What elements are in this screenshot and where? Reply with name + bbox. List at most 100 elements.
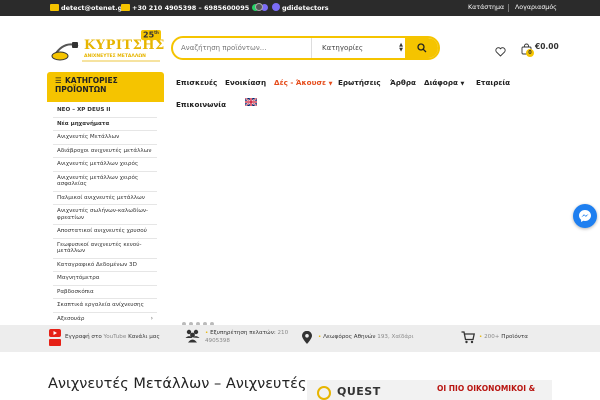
youtube-brand: YouTube: [103, 334, 127, 340]
category-item-label: Σκαπτικά εργαλεία ανίχνευσης: [57, 302, 144, 308]
select-arrows-icon: ▲ ▼: [399, 42, 403, 53]
category-item-label: Αποστατικοί ανιχνευτές χρυσού: [57, 228, 147, 234]
topbar-social[interactable]: gdidetectors: [272, 3, 329, 13]
feature-address[interactable]: • Λεωφόρος Αθηνών 193, Χαϊδάρι: [301, 325, 414, 352]
nav-item-articles[interactable]: Άρθρα: [390, 78, 416, 87]
cart-icon: [461, 331, 475, 344]
category-item[interactable]: Σκαπτικά εργαλεία ανίχνευσης: [53, 299, 157, 313]
chevron-right-icon: ›: [150, 314, 153, 322]
category-item-label: Καταγραφικό Δεδομένων 3D: [57, 261, 137, 268]
feature-address-text: • Λεωφόρος Αθηνών 193, Χαϊδάρι: [318, 333, 414, 341]
category-item-label: Ανιχνευτές σωλήνων-καλωδίων-φρεατίων: [57, 208, 149, 221]
cart-count-badge: 0: [526, 49, 534, 57]
search-icon: [417, 43, 427, 53]
category-item[interactable]: Ανιχνευτές μετάλλων χειρός: [53, 158, 157, 172]
category-item-label: Ανιχνευτές μετάλλων χειρός ασφαλείας: [57, 174, 139, 188]
category-item-label: Ανιχνευτές Μετάλλων: [57, 134, 120, 140]
heart-icon: [495, 47, 506, 57]
viber-circle-icon: [255, 3, 263, 11]
anniversary-suffix: th: [154, 30, 159, 35]
products-count: 200+: [484, 334, 500, 340]
nav-item-rental[interactable]: Ενοικίαση: [225, 78, 266, 87]
category-item-label: Αξεσουάρ: [57, 315, 85, 322]
topbar-phones[interactable]: +30 210 4905398 – 6985600095: [121, 3, 270, 13]
category-item-label: Μαγνητόμετρα: [57, 275, 100, 281]
search-button[interactable]: [405, 38, 438, 58]
nav-item-questions[interactable]: Ερωτήσεις: [338, 78, 381, 87]
category-item[interactable]: Ραβδοσκόπια: [53, 286, 157, 299]
category-item[interactable]: Ανιχνευτές σωλήνων-καλωδίων-φρεατίων: [53, 205, 157, 225]
top-bar: detect@otenet.gr +30 210 4905398 – 69856…: [0, 0, 600, 16]
address-label: Λεωφόρος Αθηνών: [323, 334, 376, 340]
banner-text: ΟΙ ΠΙΟ ΟΙΚΟΝΟΜΙΚΟΙ &: [437, 384, 536, 393]
topbar-email[interactable]: detect@otenet.gr: [50, 3, 126, 13]
category-item[interactable]: Παλμικοί ανιχνευτές μετάλλων: [53, 192, 157, 205]
category-list: ΝΕΟ – XP DEUS II Νέα μηχανήματα Ανιχνευτ…: [53, 104, 157, 326]
nav-item-label: Δές - Άκουσε: [274, 78, 327, 87]
location-pin-icon: [302, 331, 312, 344]
category-item[interactable]: Νέα μηχανήματα: [53, 118, 157, 131]
feature-products-text: • 200+ Προϊόντα: [479, 333, 528, 341]
messenger-icon: [579, 210, 591, 222]
category-item[interactable]: Ανιχνευτές Μετάλλων: [53, 131, 157, 145]
search-input[interactable]: [181, 41, 321, 55]
bullet: •: [479, 334, 483, 340]
category-item-label: ΝΕΟ – XP DEUS II: [57, 107, 111, 113]
nav-item-misc[interactable]: Διάφορα ▼: [424, 78, 464, 87]
phone-icon: [121, 3, 130, 11]
wishlist-button[interactable]: [495, 42, 506, 61]
feature-youtube[interactable]: Εγγραφή στο YouTube Κανάλι μας: [48, 325, 168, 352]
uk-flag-icon[interactable]: [245, 98, 257, 106]
category-item[interactable]: Αδιάβροχοι ανιχνευτές μετάλλων: [53, 145, 157, 158]
products-label: Προϊόντα: [501, 334, 528, 340]
feature-support[interactable]: • Εξυπηρέτηση πελατών: 210 4905398: [185, 325, 295, 352]
search-bar: Κατηγορίες ▲▼: [171, 36, 440, 60]
categories-header-label: ΚΑΤΗΓΟΡΙΕΣ ΠΡΟΪΟΝΤΩΝ: [55, 76, 118, 94]
category-item[interactable]: Μαγνητόμετρα: [53, 272, 157, 286]
social-icon: [272, 3, 280, 11]
category-item-label: Ραβδοσκόπια: [57, 288, 94, 295]
chevron-down-icon: ▼: [460, 81, 465, 87]
feature-products[interactable]: • 200+ Προϊόντα: [461, 325, 551, 352]
topbar-social-text: gdidetectors: [282, 4, 329, 12]
promo-banner[interactable]: QUEST ΟΙ ΠΙΟ ΟΙΚΟΝΟΜΙΚΟΙ &: [307, 380, 552, 400]
users-icon: [185, 329, 200, 343]
account-link[interactable]: Λογαριασμός: [515, 3, 557, 13]
category-item[interactable]: Αποστατικοί ανιχνευτές χρυσού: [53, 225, 157, 239]
anniversary-number: 25: [143, 30, 155, 40]
support-phone: 210: [277, 330, 289, 336]
hero-slider[interactable]: [170, 122, 465, 318]
category-item[interactable]: Γεωφυσικοί ανιχνευτές κενού-μετάλλων: [53, 239, 157, 259]
category-item-label: Παλμικοί ανιχνευτές μετάλλων: [57, 194, 145, 201]
page-title: Ανιχνευτές Μετάλλων – Ανιχνευτές: [48, 376, 307, 392]
categories-header[interactable]: ☰ ΚΑΤΗΓΟΡΙΕΣ ΠΡΟΪΟΝΤΩΝ: [47, 72, 164, 102]
category-item[interactable]: Καταγραφικό Δεδομένων 3D: [53, 259, 157, 272]
chevron-down-icon: ▼: [328, 81, 333, 87]
category-item-accessories[interactable]: Αξεσουάρ ›: [53, 313, 157, 326]
youtube-post: Κανάλι μας: [128, 334, 160, 340]
bullet: •: [318, 334, 322, 340]
address-value: 193, Χαϊδάρι: [377, 334, 414, 340]
cart-total[interactable]: €0.00: [535, 42, 559, 51]
menu-icon: ☰: [55, 76, 62, 85]
support-phone-2: 4905398: [205, 338, 230, 344]
category-item[interactable]: Ανιχνευτές μετάλλων χειρός ασφαλείας: [53, 172, 157, 192]
category-item[interactable]: ΝΕΟ – XP DEUS II: [53, 104, 157, 118]
nav-item-company[interactable]: Εταιρεία: [476, 78, 510, 87]
youtube-icon: [49, 329, 61, 346]
banner-brand: QUEST: [337, 385, 381, 398]
nav-item-label: Διάφορα: [424, 78, 458, 87]
bullet: •: [205, 330, 209, 336]
category-select[interactable]: Κατηγορίες ▲ ▼: [311, 38, 409, 58]
nav-item-repairs[interactable]: Επισκευές: [176, 78, 217, 87]
nav-item-watch-listen[interactable]: Δές - Άκουσε ▼: [274, 78, 332, 87]
store-link[interactable]: Κατάστημα: [468, 3, 504, 13]
topbar-phones-text: +30 210 4905398 – 6985600095: [132, 4, 250, 12]
nav-item-contact[interactable]: Επικοινωνία: [176, 100, 226, 109]
feature-youtube-text: Εγγραφή στο YouTube Κανάλι μας: [65, 333, 160, 341]
logo-title: ΚΥΡΙΤΣΗΣ: [84, 38, 165, 53]
category-item-label: Ανιχνευτές μετάλλων χειρός: [57, 161, 139, 167]
messenger-chat-button[interactable]: [573, 204, 597, 228]
site-logo[interactable]: ΚΥΡΙΤΣΗΣ ΑΝΙΧΝΕΥΤΕΣ ΜΕΤΑΛΛΩΝ 25th: [50, 28, 165, 68]
topbar-social-viber[interactable]: [255, 3, 265, 13]
